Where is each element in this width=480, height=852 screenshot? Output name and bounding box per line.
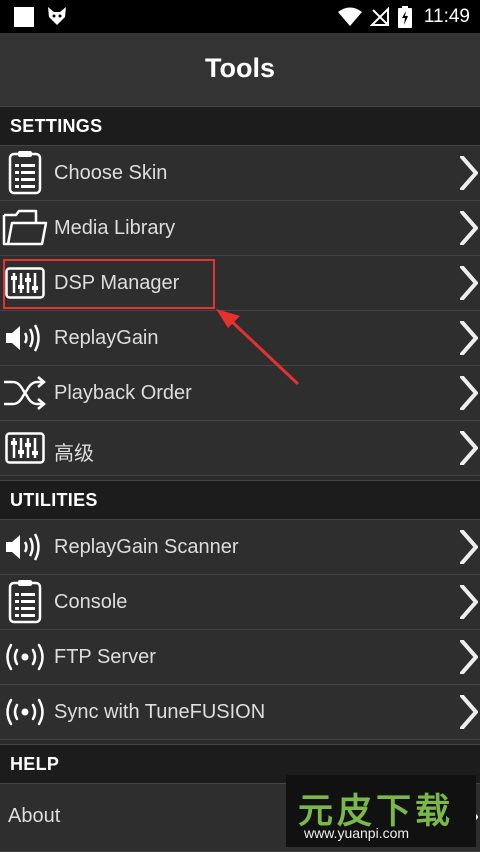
list-item-replaygain[interactable]: ReplayGain: [0, 311, 480, 366]
list-item-label: Sync with TuneFUSION: [54, 701, 266, 723]
highlight-box: [3, 259, 215, 309]
list-item-replaygain-scanner[interactable]: ReplayGain Scanner: [0, 520, 480, 575]
section-title: HELP: [10, 754, 60, 774]
broadcast-icon: [2, 689, 48, 735]
list-item-label: ReplayGain Scanner: [54, 536, 239, 558]
list-item-label: 高级: [54, 441, 94, 465]
fox-app-icon: [48, 7, 66, 25]
wifi-icon: [337, 7, 362, 26]
chevron-right-icon: [460, 156, 478, 190]
clock: 11:49: [423, 6, 470, 27]
list-item-label: Media Library: [54, 217, 176, 239]
speaker-icon: [2, 315, 48, 361]
list-item-media-library[interactable]: Media Library: [0, 201, 480, 256]
status-bar: 11:49: [0, 0, 480, 33]
chevron-right-icon: [460, 695, 478, 729]
chevron-right-icon: [460, 585, 478, 619]
list-item-console[interactable]: Console: [0, 575, 480, 630]
list-item-label: ReplayGain: [54, 327, 159, 349]
list-item-advanced[interactable]: 高级: [0, 421, 480, 476]
watermark-logo: 元皮下载 www.yuanpi.com: [286, 775, 476, 847]
equalizer-icon: [2, 425, 48, 471]
list-item-label: FTP Server: [54, 646, 156, 668]
list-item-label: Choose Skin: [54, 162, 168, 184]
list-item-label: Console: [54, 591, 128, 613]
list-item-sync-tunefusion[interactable]: Sync with TuneFUSION: [0, 685, 480, 740]
shuffle-icon: [2, 370, 48, 416]
broadcast-icon: [2, 634, 48, 680]
section-utilities: UTILITIES: [0, 480, 480, 520]
section-title: SETTINGS: [10, 116, 103, 136]
folder-icon: [2, 205, 48, 251]
list-item-playback-order[interactable]: Playback Order: [0, 366, 480, 421]
section-title: UTILITIES: [10, 490, 98, 510]
list-item-ftp-server[interactable]: FTP Server: [0, 630, 480, 685]
section-settings: SETTINGS: [0, 106, 480, 146]
list-item-choose-skin[interactable]: Choose Skin: [0, 146, 480, 201]
chevron-right-icon: [460, 211, 478, 245]
speaker-icon: [2, 524, 48, 570]
watermark-url: www.yuanpi.com: [304, 825, 410, 841]
clipboard-list-icon: [2, 150, 48, 196]
chevron-right-icon: [460, 640, 478, 674]
chevron-right-icon: [460, 431, 478, 465]
list-item-label: About: [8, 805, 61, 827]
chevron-right-icon: [460, 266, 478, 300]
battery-charging-icon: [397, 6, 412, 28]
app-header: Tools: [0, 33, 480, 107]
notification-square-icon: [14, 7, 34, 27]
chevron-right-icon: [460, 530, 478, 564]
page-title: Tools: [205, 53, 275, 83]
chevron-right-icon: [460, 321, 478, 355]
no-signal-icon: [369, 7, 389, 26]
chevron-right-icon: [460, 376, 478, 410]
list-item-label: Playback Order: [54, 382, 192, 404]
clipboard-list-icon: [2, 579, 48, 625]
